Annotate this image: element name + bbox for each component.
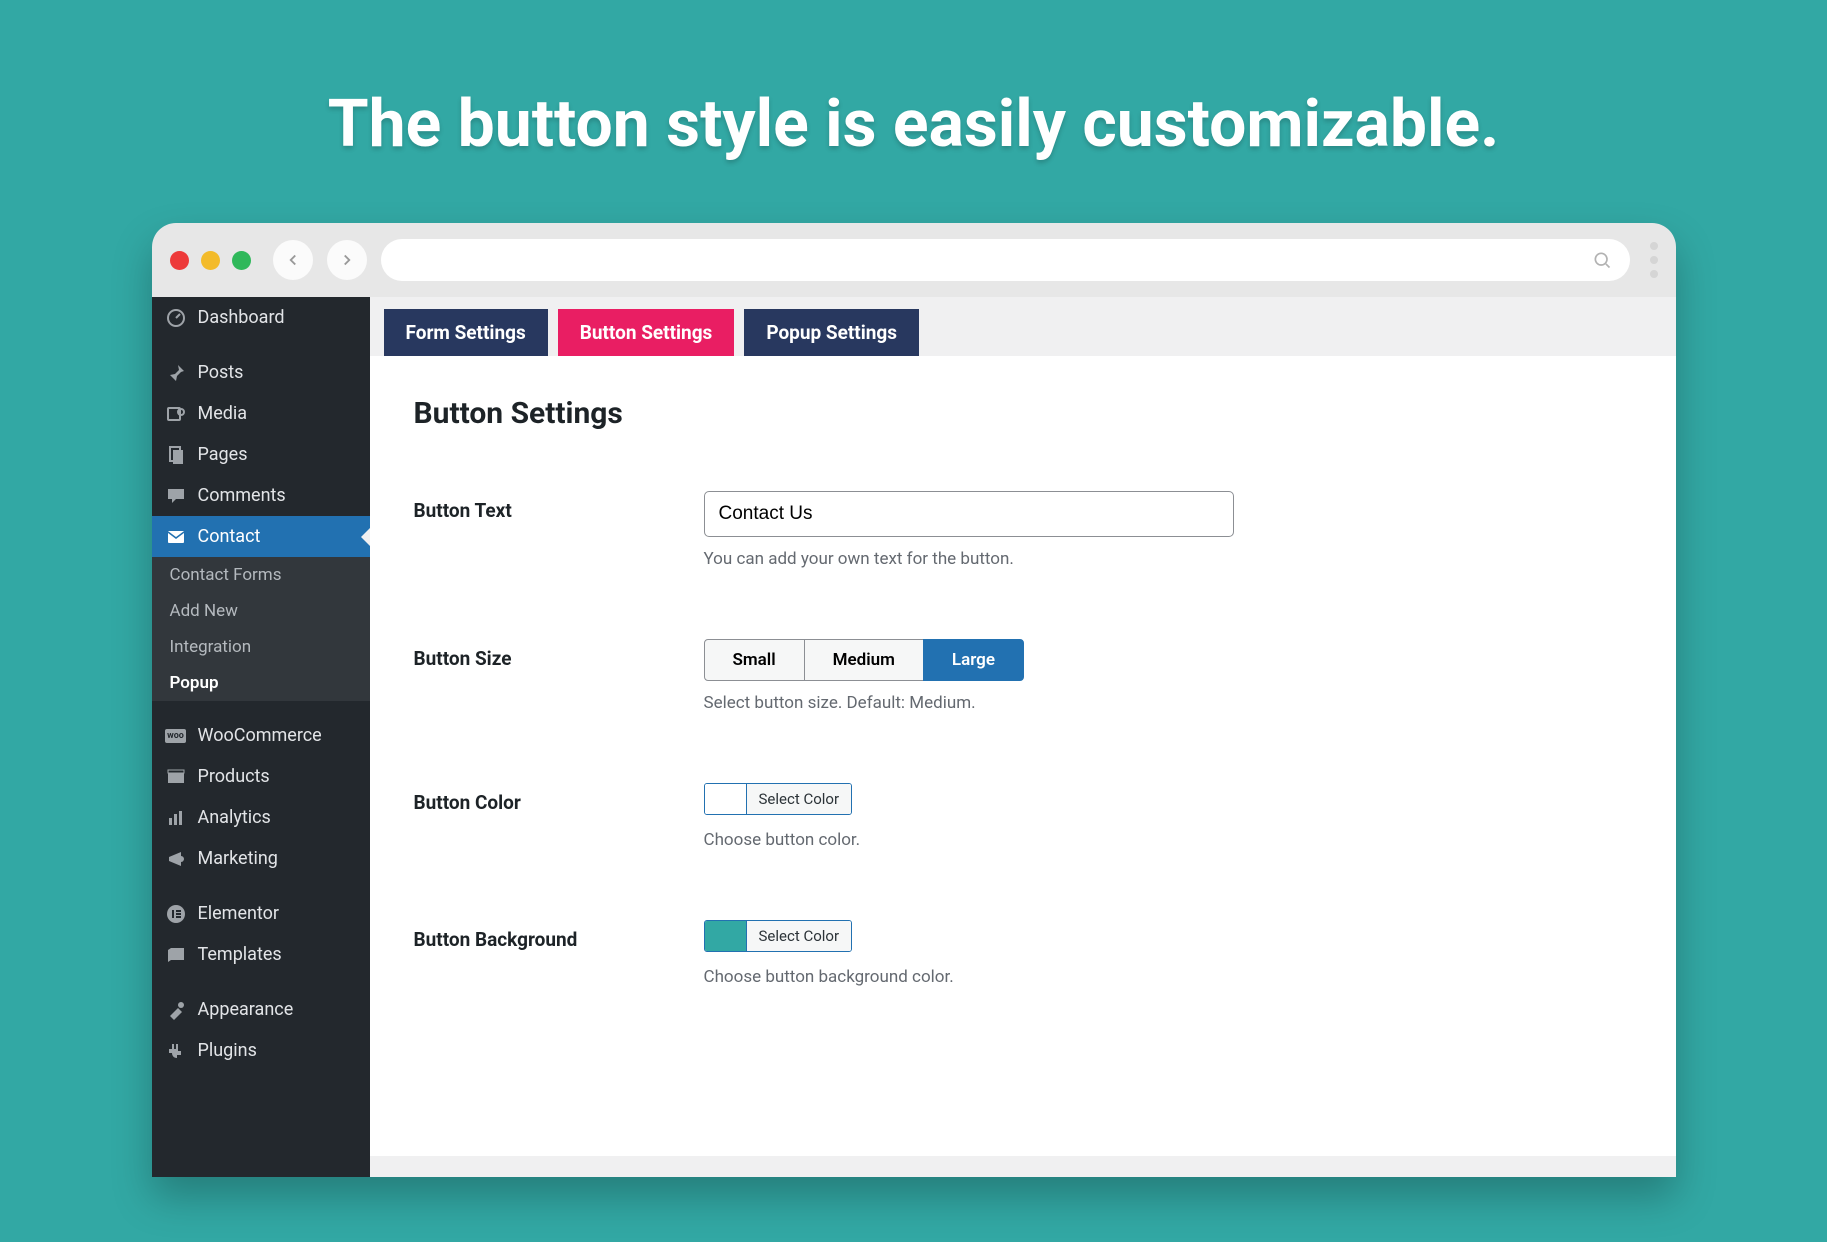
sidebar-submenu: Contact Forms Add New Integration Popup	[152, 557, 370, 701]
tab-form-settings[interactable]: Form Settings	[384, 309, 548, 356]
sidebar-label: Elementor	[198, 903, 280, 924]
sidebar-item-analytics[interactable]: Analytics	[152, 797, 370, 838]
sidebar-label: Contact	[198, 526, 261, 547]
label-button-color: Button Color	[414, 783, 704, 850]
row-button-text: Button Text You can add your own text fo…	[414, 491, 1632, 569]
sidebar-item-media[interactable]: Media	[152, 393, 370, 434]
select-color-button[interactable]: Select Color	[747, 921, 852, 951]
label-button-size: Button Size	[414, 639, 704, 713]
pages-icon	[166, 445, 186, 465]
marketing-icon	[166, 849, 186, 869]
sidebar-item-products[interactable]: Products	[152, 756, 370, 797]
settings-panel: Button Settings Button Text You can add …	[370, 356, 1676, 1156]
maximize-window-icon[interactable]	[232, 251, 251, 270]
settings-tabs: Form Settings Button Settings Popup Sett…	[370, 297, 1676, 356]
row-button-background: Button Background Select Color Choose bu…	[414, 920, 1632, 987]
select-color-button[interactable]: Select Color	[747, 784, 852, 814]
sidebar-label: Plugins	[198, 1040, 257, 1061]
content-area: Form Settings Button Settings Popup Sett…	[370, 297, 1676, 1177]
dashboard-icon	[166, 308, 186, 328]
sidebar-label: Posts	[198, 362, 244, 383]
browser-window: Dashboard Posts Media Pages Comments C	[152, 223, 1676, 1177]
sidebar-label: Media	[198, 403, 248, 424]
sidebar-label: Templates	[198, 944, 282, 965]
sidebar-label: Dashboard	[198, 307, 285, 328]
sidebar-label: Marketing	[198, 848, 278, 869]
browser-menu-button[interactable]	[1650, 242, 1658, 278]
close-window-icon[interactable]	[170, 251, 189, 270]
sidebar-item-woocommerce[interactable]: woo WooCommerce	[152, 715, 370, 756]
minimize-window-icon[interactable]	[201, 251, 220, 270]
sidebar-item-marketing[interactable]: Marketing	[152, 838, 370, 879]
marketing-headline: The button style is easily customizable.	[0, 0, 1827, 223]
sidebar-label: Appearance	[198, 999, 294, 1020]
submenu-item-add-new[interactable]: Add New	[152, 593, 370, 629]
sidebar-item-dashboard[interactable]: Dashboard	[152, 297, 370, 338]
sidebar-item-posts[interactable]: Posts	[152, 352, 370, 393]
color-swatch	[705, 784, 747, 814]
label-button-text: Button Text	[414, 491, 704, 569]
appearance-icon	[166, 1000, 186, 1020]
row-button-size: Button Size Small Medium Large Select bu…	[414, 639, 1632, 713]
comments-icon	[166, 486, 186, 506]
submenu-item-popup[interactable]: Popup	[152, 665, 370, 701]
sidebar-label: WooCommerce	[198, 725, 322, 746]
label-button-background: Button Background	[414, 920, 704, 987]
plugins-icon	[166, 1041, 186, 1061]
row-button-color: Button Color Select Color Choose button …	[414, 783, 1632, 850]
sidebar-label: Products	[198, 766, 270, 787]
sidebar-label: Pages	[198, 444, 248, 465]
analytics-icon	[166, 808, 186, 828]
helper-button-background: Choose button background color.	[704, 967, 1632, 987]
mail-icon	[166, 527, 186, 547]
size-option-large[interactable]: Large	[923, 639, 1024, 681]
sidebar-item-contact[interactable]: Contact	[152, 516, 370, 557]
products-icon	[166, 767, 186, 787]
panel-title: Button Settings	[414, 396, 1632, 431]
sidebar-item-plugins[interactable]: Plugins	[152, 1030, 370, 1071]
button-color-picker[interactable]: Select Color	[704, 783, 853, 815]
submenu-item-integration[interactable]: Integration	[152, 629, 370, 665]
sidebar-label: Comments	[198, 485, 286, 506]
helper-button-color: Choose button color.	[704, 830, 1632, 850]
pin-icon	[166, 363, 186, 383]
templates-icon	[166, 945, 186, 965]
color-swatch	[705, 921, 747, 951]
address-bar[interactable]	[381, 239, 1630, 281]
helper-button-size: Select button size. Default: Medium.	[704, 693, 1632, 713]
back-button[interactable]	[273, 240, 313, 280]
sidebar-item-templates[interactable]: Templates	[152, 934, 370, 975]
tab-popup-settings[interactable]: Popup Settings	[744, 309, 919, 356]
size-option-small[interactable]: Small	[704, 639, 805, 681]
sidebar-item-comments[interactable]: Comments	[152, 475, 370, 516]
browser-chrome	[152, 223, 1676, 297]
media-icon	[166, 404, 186, 424]
wp-admin: Dashboard Posts Media Pages Comments C	[152, 297, 1676, 1177]
size-option-medium[interactable]: Medium	[804, 639, 924, 681]
submenu-item-contact-forms[interactable]: Contact Forms	[152, 557, 370, 593]
sidebar-item-pages[interactable]: Pages	[152, 434, 370, 475]
search-icon	[1592, 250, 1612, 270]
forward-button[interactable]	[327, 240, 367, 280]
button-text-input[interactable]	[704, 491, 1234, 537]
sidebar-item-appearance[interactable]: Appearance	[152, 989, 370, 1030]
traffic-lights	[170, 251, 251, 270]
button-bg-picker[interactable]: Select Color	[704, 920, 853, 952]
helper-button-text: You can add your own text for the button…	[704, 549, 1632, 569]
woo-icon: woo	[166, 726, 186, 746]
elementor-icon	[166, 904, 186, 924]
sidebar-item-elementor[interactable]: Elementor	[152, 893, 370, 934]
admin-sidebar: Dashboard Posts Media Pages Comments C	[152, 297, 370, 1177]
button-size-group: Small Medium Large	[704, 639, 1632, 681]
tab-button-settings[interactable]: Button Settings	[558, 309, 735, 356]
sidebar-label: Analytics	[198, 807, 271, 828]
